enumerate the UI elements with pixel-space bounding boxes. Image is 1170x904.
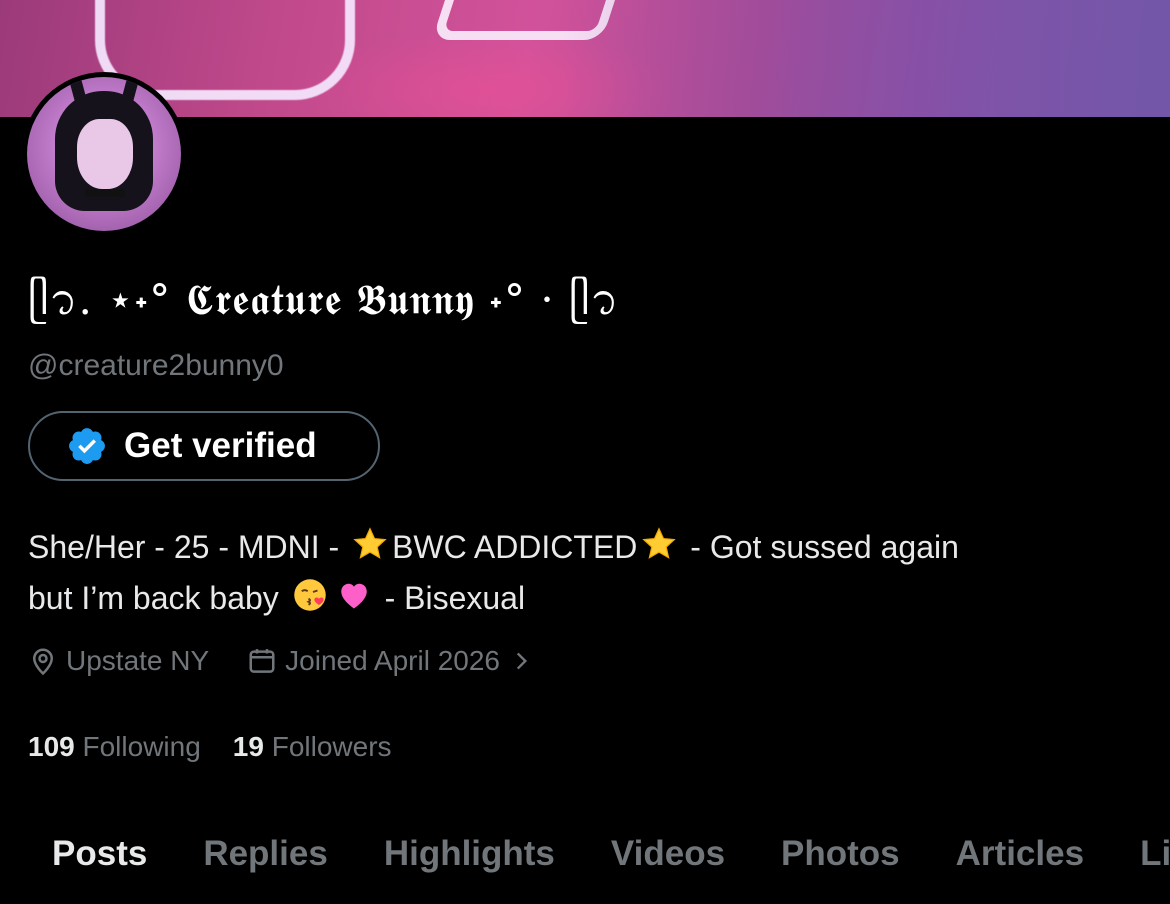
star-emoji-icon	[642, 527, 677, 559]
bio: She/Her - 25 - MDNI - BWC ADDICTED - Got…	[28, 522, 1148, 624]
joined-text: Joined April 2026	[285, 645, 500, 676]
bio-text: - Bisexual	[384, 580, 526, 616]
followers-link[interactable]: 19 Followers	[233, 731, 392, 763]
following-label: Following	[82, 731, 201, 762]
joined-date[interactable]: Joined April 2026	[247, 645, 542, 677]
tab-articles[interactable]: Articles	[956, 828, 1084, 888]
bio-text: BWC ADDICTED	[392, 529, 638, 565]
tab-videos[interactable]: Videos	[611, 828, 725, 888]
followers-label: Followers	[271, 731, 392, 762]
verified-badge-icon	[69, 428, 105, 464]
kissing-face-emoji-icon	[293, 579, 326, 611]
tab-posts[interactable]: Posts	[52, 828, 147, 888]
tab-highlights[interactable]: Highlights	[384, 828, 555, 888]
pink-heart-emoji-icon	[340, 583, 367, 609]
tab-likes[interactable]: Likes	[1140, 828, 1170, 888]
username-handle: @creature2bunny0	[28, 349, 284, 382]
avatar-image	[27, 77, 181, 231]
chevron-right-icon	[516, 652, 528, 670]
get-verified-button[interactable]: Get verified	[28, 411, 380, 481]
tab-photos[interactable]: Photos	[781, 828, 900, 888]
bio-line-2: but I’m back baby - Bisexual	[28, 573, 1148, 624]
avatar[interactable]	[22, 72, 186, 236]
follow-stats: 109 Following 19 Followers	[28, 731, 424, 763]
tab-replies[interactable]: Replies	[203, 828, 328, 888]
star-emoji-icon	[353, 527, 387, 559]
bio-text: but I’m back baby	[28, 580, 279, 616]
get-verified-label: Get verified	[124, 426, 317, 465]
calendar-icon	[249, 649, 275, 673]
bio-text: She/Her - 25 - MDNI -	[28, 529, 349, 565]
profile-meta: Upstate NY Joined April 2026	[28, 645, 580, 677]
location: Upstate NY	[28, 645, 209, 677]
banner-shade	[560, 0, 1170, 117]
location-text: Upstate NY	[66, 645, 210, 676]
following-count: 109	[28, 731, 75, 762]
location-pin-icon	[32, 648, 54, 676]
following-link[interactable]: 109 Following	[28, 731, 201, 763]
followers-count: 19	[232, 731, 264, 762]
display-name: ᥫ᭡. ⋆˖° 𝕮𝖗𝖊𝖆𝖙𝖚𝖗𝖊 𝕭𝖚𝖓𝖓𝖞 ˖° · ᥫ᭡	[28, 275, 620, 324]
profile-banner[interactable]	[0, 0, 1170, 117]
profile-tabs: Posts Replies Highlights Videos Photos A…	[0, 828, 1170, 888]
bio-line-1: She/Her - 25 - MDNI - BWC ADDICTED - Got…	[28, 522, 1148, 573]
bio-text: - Got sussed again	[681, 529, 959, 565]
